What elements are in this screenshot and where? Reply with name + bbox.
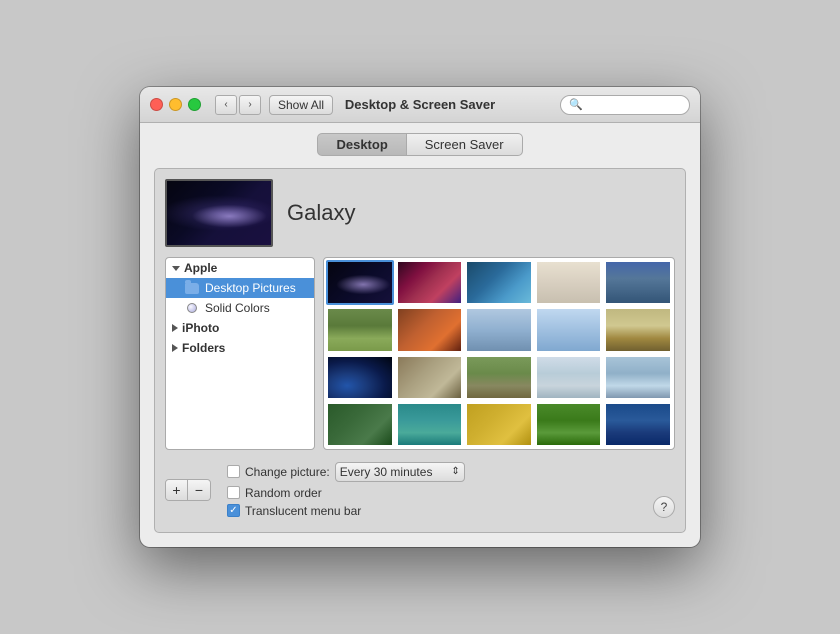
add-remove-buttons: + − [165, 479, 211, 501]
close-button[interactable] [150, 98, 163, 111]
collapse-triangle-folders [172, 344, 178, 352]
circle-icon [184, 302, 200, 314]
thumb-blue-trees[interactable] [604, 260, 672, 305]
change-picture-label: Change picture: [245, 465, 330, 479]
window-title: Desktop & Screen Saver [345, 97, 495, 112]
thumb-pale-blue[interactable] [535, 307, 603, 352]
collapse-triangle-iphoto [172, 324, 178, 332]
thumb-sandy-river[interactable] [396, 355, 464, 400]
bottom-bar: + − Change picture: Every 30 minutes ⇕ [165, 458, 675, 522]
thumbnail-grid [323, 257, 675, 449]
thumb-savanna[interactable] [604, 307, 672, 352]
sidebar-item-desktop-pictures[interactable]: Desktop Pictures [166, 278, 314, 298]
change-interval-label: Every 30 minutes [340, 465, 433, 479]
sidebar-section-label-apple: Apple [184, 261, 217, 275]
add-button[interactable]: + [166, 480, 188, 500]
tab-screen-saver[interactable]: Screen Saver [406, 133, 523, 156]
titlebar: ‹ › Show All Desktop & Screen Saver 🔍 [140, 87, 700, 123]
thumb-purple-red[interactable] [396, 260, 464, 305]
thumb-galaxy[interactable] [326, 260, 394, 305]
sidebar-item-solid-colors[interactable]: Solid Colors [166, 298, 314, 318]
sidebar-item-label: Desktop Pictures [205, 281, 296, 295]
random-order-checkbox[interactable] [227, 486, 240, 499]
forward-button[interactable]: › [239, 95, 261, 115]
thumb-light-sand[interactable] [535, 260, 603, 305]
thumb-yellow-flower[interactable] [465, 402, 533, 447]
thumb-green-lily[interactable] [326, 402, 394, 447]
help-button[interactable]: ? [653, 496, 675, 518]
random-order-label: Random order [245, 486, 322, 500]
select-arrow-icon: ⇕ [451, 466, 459, 477]
minimize-button[interactable] [169, 98, 182, 111]
source-sidebar: Apple Desktop Pictures Solid Colors [165, 257, 315, 449]
search-input[interactable] [587, 98, 681, 112]
thumb-grass-field[interactable] [326, 307, 394, 352]
random-order-row: Random order [227, 486, 465, 500]
thumb-deep-blue[interactable] [604, 402, 672, 447]
thumb-earth-space[interactable] [326, 355, 394, 400]
preview-label: Galaxy [287, 200, 355, 226]
sidebar-section-label-folders: Folders [182, 341, 225, 355]
two-column-layout: Apple Desktop Pictures Solid Colors [165, 257, 675, 449]
search-box[interactable]: 🔍 [560, 95, 690, 115]
tab-desktop[interactable]: Desktop [317, 133, 405, 156]
sidebar-section-folders[interactable]: Folders [166, 338, 314, 358]
content-area: Desktop Screen Saver Galaxy Apple [140, 123, 700, 546]
preview-section: Galaxy [165, 179, 675, 247]
sidebar-section-label-iphoto: iPhoto [182, 321, 219, 335]
show-all-button[interactable]: Show All [269, 95, 333, 115]
thumb-orange-fish[interactable] [396, 307, 464, 352]
change-picture-row: Change picture: Every 30 minutes ⇕ [227, 462, 465, 482]
thumb-elephant[interactable] [465, 355, 533, 400]
sidebar-section-iphoto[interactable]: iPhoto [166, 318, 314, 338]
main-panel: Galaxy Apple Desktop Pictures [154, 168, 686, 532]
thumb-blue-water[interactable] [465, 260, 533, 305]
tab-bar: Desktop Screen Saver [154, 133, 686, 156]
collapse-triangle-apple [172, 266, 180, 271]
folder-icon [184, 282, 200, 294]
main-window: ‹ › Show All Desktop & Screen Saver 🔍 De… [140, 87, 700, 546]
remove-button[interactable]: − [188, 480, 210, 500]
sidebar-item-label: Solid Colors [205, 301, 270, 315]
thumb-icy-blue[interactable] [604, 355, 672, 400]
traffic-lights [150, 98, 201, 111]
search-icon: 🔍 [569, 98, 583, 111]
translucent-menu-row: Translucent menu bar [227, 504, 465, 518]
maximize-button[interactable] [188, 98, 201, 111]
translucent-menu-checkbox[interactable] [227, 504, 240, 517]
change-interval-select[interactable]: Every 30 minutes ⇕ [335, 462, 465, 482]
back-button[interactable]: ‹ [215, 95, 237, 115]
nav-buttons: ‹ › [215, 95, 261, 115]
change-picture-checkbox[interactable] [227, 465, 240, 478]
thumb-snowy-hills[interactable] [535, 355, 603, 400]
preview-thumbnail [165, 179, 273, 247]
thumb-blue-mist[interactable] [465, 307, 533, 352]
thumb-green-field[interactable] [535, 402, 603, 447]
translucent-menu-label: Translucent menu bar [245, 504, 361, 518]
thumb-turquoise[interactable] [396, 402, 464, 447]
sidebar-section-apple[interactable]: Apple [166, 258, 314, 278]
